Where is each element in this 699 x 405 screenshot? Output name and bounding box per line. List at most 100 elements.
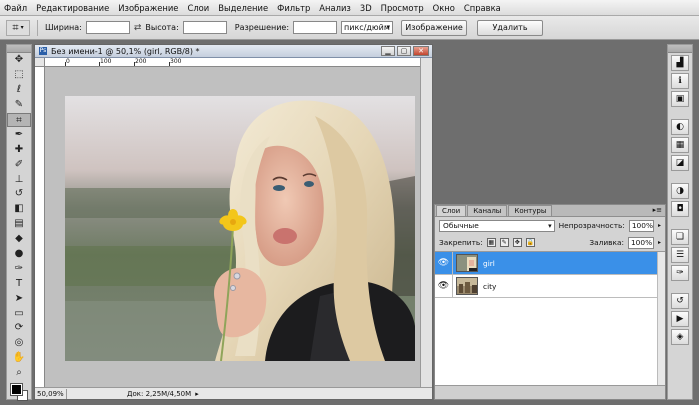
menu-layers[interactable]: Слои xyxy=(187,3,209,13)
ruler-corner[interactable] xyxy=(35,58,45,67)
canvas-area[interactable] xyxy=(45,67,420,387)
layers-panel: Слои Каналы Контуры ▸≡ Обычные Непрозрач… xyxy=(434,204,666,400)
eraser-tool-icon[interactable]: ◧ xyxy=(7,202,31,217)
blend-mode-select[interactable]: Обычные xyxy=(439,219,555,232)
pen-tool-icon[interactable]: ✑ xyxy=(7,261,31,276)
zoom-tool-icon[interactable]: ⌕ xyxy=(7,366,31,381)
layer-name-girl: girl xyxy=(483,258,495,268)
brush-tool-icon[interactable]: ✐ xyxy=(7,157,31,172)
quick-selection-tool-icon[interactable]: ✎ xyxy=(7,98,31,113)
height-input[interactable] xyxy=(182,21,227,34)
zoom-level-field[interactable]: 50,09% xyxy=(35,388,67,399)
info-icon[interactable]: ℹ xyxy=(671,73,689,89)
panel-menu-icon[interactable]: ▸≡ xyxy=(653,206,662,214)
tab-channels[interactable]: Каналы xyxy=(467,205,508,216)
layer-row-city[interactable]: 👁 city xyxy=(435,274,665,298)
vertical-ruler[interactable] xyxy=(35,67,45,387)
document-size-info[interactable]: Док: 2,25M/4,50M xyxy=(127,390,191,398)
lock-pixels-icon[interactable]: ✎ xyxy=(499,238,509,247)
layer-list-scrollbar[interactable] xyxy=(657,252,665,387)
lock-position-icon[interactable]: ✥ xyxy=(512,238,522,247)
layer-row-girl[interactable]: 👁 girl xyxy=(435,252,665,275)
history-brush-tool-icon[interactable]: ↺ xyxy=(7,187,31,202)
tab-layers[interactable]: Слои xyxy=(436,205,467,216)
path-selection-tool-icon[interactable]: ➤ xyxy=(7,291,31,306)
clear-button[interactable]: Удалить xyxy=(477,19,544,36)
menu-view[interactable]: Просмотр xyxy=(381,3,424,13)
canvas-image[interactable] xyxy=(65,96,415,361)
layers-dock-icon[interactable]: ❏ xyxy=(671,229,689,245)
gradient-tool-icon[interactable]: ▤ xyxy=(7,217,31,232)
crop-tool-icon[interactable]: ⌗ xyxy=(7,112,31,128)
menu-file[interactable]: Файл xyxy=(4,3,27,13)
3d-icon[interactable]: ◈ xyxy=(671,329,689,345)
clone-stamp-tool-icon[interactable]: ⊥ xyxy=(7,172,31,187)
menu-3d[interactable]: 3D xyxy=(360,3,372,13)
lock-label: Закрепить: xyxy=(439,238,483,247)
healing-brush-tool-icon[interactable]: ✚ xyxy=(7,142,31,157)
blur-tool-icon[interactable]: ◆ xyxy=(7,232,31,247)
visibility-eye-icon[interactable]: 👁 xyxy=(435,274,453,298)
paths-icon[interactable]: ✑ xyxy=(671,265,689,281)
3d-orbit-tool-icon[interactable]: ◎ xyxy=(7,336,31,351)
document-title-bar[interactable]: Ps Без имени-1 @ 50,1% (girl, RGB/8) * ▁… xyxy=(35,45,432,58)
menu-window[interactable]: Окно xyxy=(433,3,455,13)
menu-filter[interactable]: Фильтр xyxy=(277,3,310,13)
options-bar: ⌗ ▾ Ширина: ⇄ Высота: Разрешение: пикс/дю… xyxy=(0,16,699,40)
front-image-button[interactable]: Изображение xyxy=(401,19,468,36)
swap-dimensions-icon[interactable]: ⇄ xyxy=(134,23,142,33)
history-icon[interactable]: ↺ xyxy=(671,293,689,309)
horizontal-ruler[interactable]: 0 100 200 300 xyxy=(45,58,420,67)
close-icon[interactable]: ✕ xyxy=(413,46,429,56)
panel-grip[interactable] xyxy=(668,45,692,53)
navigator-icon[interactable]: ▣ xyxy=(671,91,689,107)
width-input[interactable] xyxy=(85,21,130,34)
resolution-unit-select[interactable]: пикс/дюйм ▾ xyxy=(341,21,394,34)
shape-tool-icon[interactable]: ▭ xyxy=(7,306,31,321)
hand-tool-icon[interactable]: ✋ xyxy=(7,351,31,366)
menu-image[interactable]: Изображение xyxy=(118,3,178,13)
3d-rotate-tool-icon[interactable]: ⟳ xyxy=(7,321,31,336)
photoshop-document-icon: Ps xyxy=(39,47,47,55)
panel-grip[interactable] xyxy=(7,45,31,53)
lasso-tool-icon[interactable]: ℓ xyxy=(7,83,31,98)
swatches-icon[interactable]: ▦ xyxy=(671,137,689,153)
channels-icon[interactable]: ☰ xyxy=(671,247,689,263)
dodge-tool-icon[interactable]: ● xyxy=(7,247,31,262)
menu-select[interactable]: Выделение xyxy=(218,3,268,13)
masks-icon[interactable]: ◘ xyxy=(671,201,689,217)
color-swatches[interactable] xyxy=(7,381,31,405)
histogram-icon[interactable]: ▟ xyxy=(671,55,689,71)
document-title: Без имени-1 @ 50,1% (girl, RGB/8) * xyxy=(51,46,200,56)
fill-slider-arrow-icon[interactable]: ▸ xyxy=(658,239,661,246)
menu-analysis[interactable]: Анализ xyxy=(319,3,351,13)
layer-list: 👁 girl 👁 city xyxy=(435,251,665,387)
actions-icon[interactable]: ▶ xyxy=(671,311,689,327)
color-icon[interactable]: ◐ xyxy=(671,119,689,135)
visibility-eye-icon[interactable]: 👁 xyxy=(435,252,453,275)
marquee-tool-icon[interactable]: ⬚ xyxy=(7,68,31,83)
fill-input[interactable]: 100% xyxy=(627,236,654,249)
maximize-icon[interactable]: ▢ xyxy=(397,46,411,56)
status-menu-arrow-icon[interactable]: ▸ xyxy=(195,390,199,398)
adjustments-icon[interactable]: ◑ xyxy=(671,183,689,199)
move-tool-icon[interactable]: ✥ xyxy=(7,53,31,68)
crop-tool-preset-picker[interactable]: ⌗ ▾ xyxy=(6,19,30,36)
ruler-mark: 100 xyxy=(100,58,112,65)
opacity-slider-arrow-icon[interactable]: ▸ xyxy=(658,222,661,229)
tab-paths[interactable]: Контуры xyxy=(508,205,553,216)
type-tool-icon[interactable]: T xyxy=(7,276,31,291)
vertical-scrollbar[interactable] xyxy=(420,58,432,387)
menu-edit[interactable]: Редактирование xyxy=(36,3,109,13)
styles-icon[interactable]: ◪ xyxy=(671,155,689,171)
opacity-input[interactable]: 100% xyxy=(628,219,654,232)
layers-panel-tabs: Слои Каналы Контуры ▸≡ xyxy=(435,205,665,217)
resolution-input[interactable] xyxy=(293,21,338,34)
foreground-color-swatch[interactable] xyxy=(10,382,23,396)
minimize-icon[interactable]: ▁ xyxy=(381,46,395,56)
menu-help[interactable]: Справка xyxy=(464,3,501,13)
ruler-mark: 0 xyxy=(66,58,70,65)
lock-transparency-icon[interactable]: ▦ xyxy=(486,238,496,247)
eyedropper-tool-icon[interactable]: ✒ xyxy=(7,127,31,142)
lock-all-icon[interactable]: 🔒 xyxy=(525,238,535,247)
